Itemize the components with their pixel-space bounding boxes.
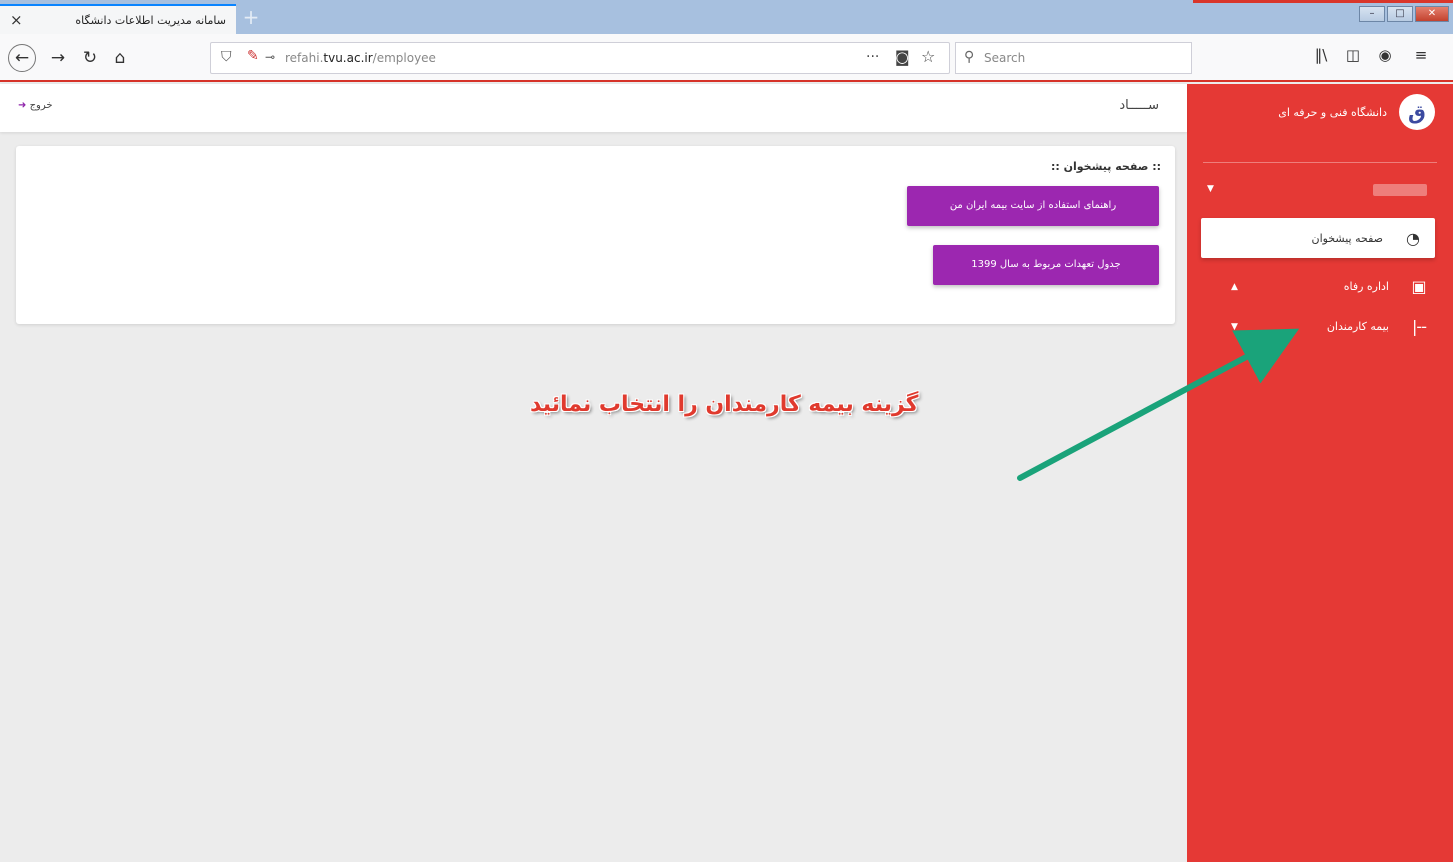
annotation-arrow bbox=[1017, 328, 1300, 481]
arrow-line bbox=[1017, 328, 1300, 481]
annotation-text: گزینه بیمه کارمندان را انتخاب نمائید bbox=[530, 392, 919, 417]
